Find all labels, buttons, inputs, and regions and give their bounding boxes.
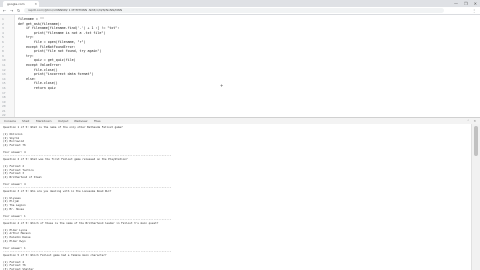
line-number: 18 — [2, 95, 6, 100]
tab-console[interactable]: Console — [4, 119, 16, 123]
line-number: 16 — [2, 85, 6, 90]
code-editor[interactable]: 1234567891011121314151617181920212223 fi… — [0, 15, 480, 122]
tab-markdown[interactable]: Markdown — [36, 119, 52, 123]
tab-shell[interactable]: Shell — [22, 119, 29, 123]
close-window-icon[interactable]: ✕ — [474, 1, 477, 6]
tab-files[interactable]: Files — [94, 119, 101, 123]
url-text: replit.com/@tmz/cNNNNN/ 1 MYMTNNN .Nif#/… — [28, 8, 123, 12]
console-scrollbar[interactable] — [471, 124, 480, 270]
panel-controls: ⌃ ✕ — [467, 119, 476, 123]
reload-icon[interactable]: ↻ — [17, 8, 20, 13]
tab-webview[interactable]: Webview — [74, 119, 87, 123]
tab-close-icon[interactable]: ✕ — [34, 2, 37, 6]
line-numbers: 1234567891011121314151617181920212223 — [2, 17, 6, 123]
code-content[interactable]: filename = "" def get_ask(filename): if f… — [18, 17, 119, 123]
tab-output[interactable]: Output — [58, 119, 68, 123]
address-bar: ← → ↻ replit.com/@tmz/cNNNNN/ 1 MYMTNNN … — [0, 7, 480, 15]
console-text: Question 1 of 5: What is the name of the… — [3, 125, 171, 270]
line-number: 11 — [2, 62, 6, 67]
maximize-icon[interactable]: ❐ — [464, 1, 468, 6]
minimize-icon[interactable]: — — [454, 1, 458, 6]
line-number-gutter: 1234567891011121314151617181920212223 — [0, 15, 15, 122]
tab-title: google.com — [7, 2, 25, 6]
browser-tab-bar: google.com ✕ — ❐ ✕ — [0, 0, 480, 7]
scrollbar-thumb[interactable] — [474, 126, 478, 156]
console-line: Question 4 of 5: Which of these is the n… — [3, 220, 159, 225]
back-icon[interactable]: ← — [3, 8, 6, 13]
forward-icon[interactable]: → — [10, 8, 13, 13]
expand-panel-icon[interactable]: ⌃ — [467, 119, 470, 123]
mouse-cursor-icon: + — [220, 83, 224, 88]
console-output[interactable]: Question 1 of 5: What is the name of the… — [0, 124, 472, 270]
window-controls: — ❐ ✕ — [454, 1, 477, 6]
close-panel-icon[interactable]: ✕ — [473, 119, 476, 123]
browser-menu-icon[interactable]: ⋮ — [472, 8, 476, 13]
url-field[interactable]: replit.com/@tmz/cNNNNN/ 1 MYMTNNN .Nif#/… — [24, 8, 444, 13]
